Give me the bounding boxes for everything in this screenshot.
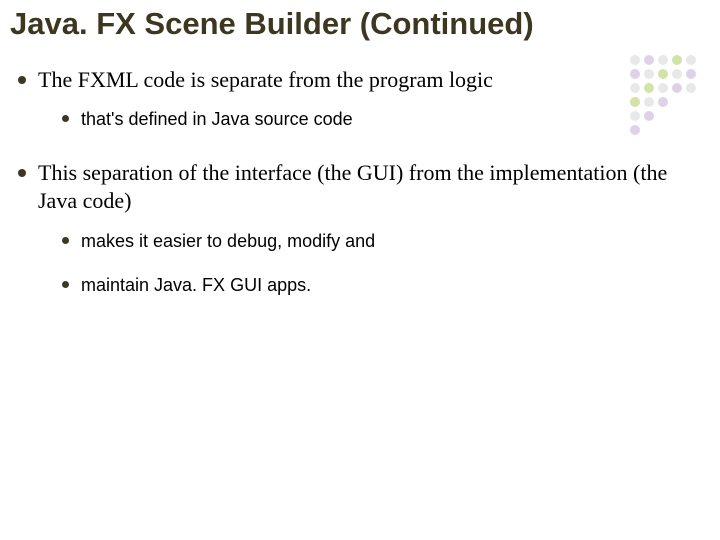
bullet-text: This separation of the interface (the GU… <box>38 159 702 216</box>
bullet-text: The FXML code is separate from the progr… <box>38 66 493 95</box>
bullet-icon <box>62 237 69 244</box>
sub-bullet-text: maintain Java. FX GUI apps. <box>81 274 311 297</box>
slide-title: Java. FX Scene Builder (Continued) <box>0 0 720 42</box>
bullet-item-2: This separation of the interface (the GU… <box>18 159 702 216</box>
bullet-icon <box>18 169 26 177</box>
sub-bullet-text: that's defined in Java source code <box>81 108 353 131</box>
content-area: The FXML code is separate from the progr… <box>0 42 720 297</box>
sub-bullets-1: that's defined in Java source code <box>18 108 702 131</box>
sub-bullet-text: makes it easier to debug, modify and <box>81 230 375 253</box>
bullet-item-1: The FXML code is separate from the progr… <box>18 66 702 95</box>
bullet-icon <box>62 281 69 288</box>
sub-bullets-2: makes it easier to debug, modify and mai… <box>18 230 702 297</box>
bullet-icon <box>62 115 69 122</box>
sub-bullet-item: makes it easier to debug, modify and <box>62 230 702 253</box>
sub-bullet-item: maintain Java. FX GUI apps. <box>62 274 702 297</box>
bullet-icon <box>18 76 26 84</box>
sub-bullet-item: that's defined in Java source code <box>62 108 702 131</box>
